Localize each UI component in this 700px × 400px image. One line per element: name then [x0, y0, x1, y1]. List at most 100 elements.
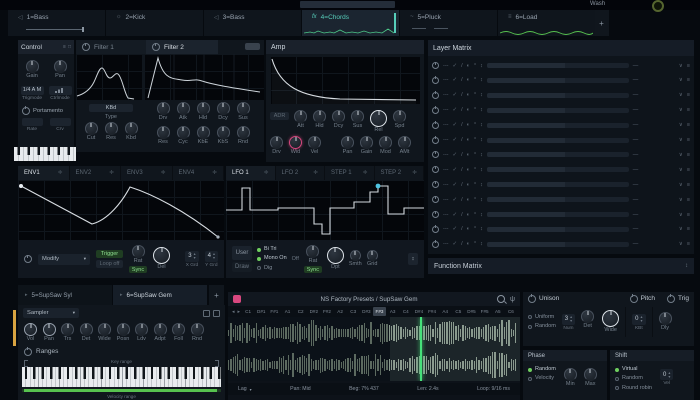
knob-dial[interactable] [26, 60, 39, 73]
row-grip-icon[interactable]: ≡ [687, 92, 690, 98]
sort-icon[interactable]: ↕ [480, 197, 483, 203]
sort-icon[interactable]: ↕ [480, 226, 483, 232]
knob-dial[interactable] [332, 110, 345, 123]
knob-dial[interactable] [135, 323, 148, 336]
layer-matrix-row[interactable]: ---✓/◐°↕—∨≡ [432, 179, 690, 190]
tuning-fork-icon[interactable]: ψ [510, 296, 515, 303]
layer-matrix-row[interactable]: ---✓/◐°↕—∨≡ [432, 60, 690, 71]
note-tick[interactable]: F#5 [479, 307, 491, 316]
enable-check-icon[interactable]: ✓ [453, 107, 458, 113]
row-grip-icon[interactable]: ≡ [687, 226, 690, 232]
row-power-icon[interactable] [432, 62, 439, 69]
knob-dial[interactable] [270, 136, 283, 149]
row-power-icon[interactable] [432, 137, 439, 144]
amount-slider[interactable] [487, 63, 629, 68]
sort-icon[interactable]: ↕ [480, 167, 483, 173]
amount-slider[interactable] [487, 78, 629, 83]
pitch-power-icon[interactable] [630, 295, 638, 303]
unison-power-icon[interactable] [528, 295, 536, 303]
curve-icon[interactable]: / [461, 241, 463, 247]
row-power-icon[interactable] [432, 151, 439, 158]
knob-dial[interactable] [351, 110, 364, 123]
radio-uniform[interactable]: Uniform [528, 313, 556, 322]
row-grip-icon[interactable]: ≡ [687, 107, 690, 113]
ruler-prev-icon[interactable]: ◂ [231, 309, 236, 315]
tab-env2[interactable]: ENV2 ✛ [70, 166, 122, 180]
layer-matrix-row[interactable]: ---✓/◐°↕—∨≡ [432, 75, 690, 86]
scale-icon[interactable]: ° [474, 63, 476, 69]
bipolar-icon[interactable]: ◐ [467, 152, 470, 158]
scale-icon[interactable]: ° [474, 92, 476, 98]
sampler-option-icon[interactable] [213, 310, 220, 317]
note-tick[interactable]: F#3 [373, 307, 385, 316]
curve-icon[interactable]: / [461, 77, 463, 83]
scale-icon[interactable]: ° [474, 122, 476, 128]
target-dropdown[interactable]: —∨ [633, 182, 683, 188]
note-tick[interactable]: D#4 [413, 307, 425, 316]
sampler-option-icon[interactable] [203, 310, 210, 317]
note-tick[interactable]: F#1 [268, 307, 280, 316]
source-select[interactable]: --- [443, 63, 449, 69]
knob-dial[interactable] [105, 122, 118, 135]
key-range-bar[interactable]: Key range [24, 359, 219, 366]
amount-slider[interactable] [487, 108, 629, 113]
radio-bi-tri[interactable]: Bi Tri [257, 245, 287, 254]
row-power-icon[interactable] [432, 122, 439, 129]
curve-icon[interactable]: / [461, 182, 463, 188]
scale-icon[interactable]: ° [474, 241, 476, 247]
expand-icon[interactable]: □ [68, 44, 71, 50]
bipolar-icon[interactable]: ◐ [467, 167, 470, 173]
note-tick[interactable]: D#5 [465, 307, 477, 316]
collapse-icon[interactable]: ↕ [685, 263, 688, 269]
knob-dial[interactable] [327, 247, 344, 264]
drag-target-icon[interactable]: ✛ [161, 170, 166, 176]
target-dropdown[interactable]: —∨ [633, 77, 683, 83]
lag-dropdown[interactable]: Lag ▾ [238, 386, 252, 392]
knob-dial[interactable] [217, 102, 230, 115]
note-tick[interactable]: A5 [492, 307, 504, 316]
filter2-power-icon[interactable] [152, 43, 160, 51]
target-dropdown[interactable]: —∨ [633, 92, 683, 98]
enable-check-icon[interactable]: ✓ [453, 122, 458, 128]
bipolar-icon[interactable]: ◐ [467, 63, 470, 69]
layer-matrix-row[interactable]: ---✓/◐°↕—∨≡ [432, 120, 690, 131]
bipolar-icon[interactable]: ◐ [467, 137, 470, 143]
layer-matrix-row[interactable]: ---✓/◐°↕—∨≡ [432, 239, 690, 250]
amount-slider[interactable] [487, 123, 629, 128]
bipolar-icon[interactable]: ◐ [467, 122, 470, 128]
row-grip-icon[interactable]: ≡ [687, 167, 690, 173]
pitch-keytrack-stepper[interactable]: 0 ▴▾ [632, 314, 645, 325]
add-track-tab-button[interactable]: + [594, 10, 609, 36]
envelope-curve-editor[interactable] [18, 180, 224, 240]
bipolar-icon[interactable]: ◐ [467, 182, 470, 188]
note-tick[interactable]: A1 [281, 307, 293, 316]
sort-icon[interactable]: ↕ [480, 92, 483, 98]
curve-icon[interactable]: / [461, 152, 463, 158]
knob-dial[interactable] [24, 323, 37, 336]
layer-matrix-row[interactable]: ---✓/◐°↕—∨≡ [432, 224, 690, 235]
scale-icon[interactable]: ° [474, 197, 476, 203]
curve-icon[interactable]: / [461, 226, 463, 232]
knob-dial[interactable] [350, 250, 361, 261]
sort-icon[interactable]: ↕ [480, 122, 483, 128]
note-tick[interactable]: D#3 [360, 307, 372, 316]
filter1-power-icon[interactable] [82, 43, 90, 51]
row-power-icon[interactable] [432, 196, 439, 203]
drag-target-icon[interactable]: ✛ [363, 170, 368, 176]
row-grip-icon[interactable]: ≡ [687, 182, 690, 188]
drag-target-icon[interactable]: ✛ [109, 170, 114, 176]
radio-dig[interactable]: Dig [257, 264, 287, 273]
amount-slider[interactable] [487, 227, 629, 232]
amount-slider[interactable] [487, 93, 629, 98]
note-tick[interactable]: F#2 [321, 307, 333, 316]
target-dropdown[interactable]: —∨ [633, 197, 683, 203]
note-tick[interactable]: A3 [387, 307, 399, 316]
curve-icon[interactable]: / [461, 212, 463, 218]
source-select[interactable]: --- [443, 122, 449, 128]
row-grip-icon[interactable]: ≡ [687, 197, 690, 203]
lfo-expand-button[interactable]: ↕ [408, 253, 418, 265]
note-tick[interactable]: A4 [439, 307, 451, 316]
env-power-icon[interactable] [24, 255, 32, 263]
scale-icon[interactable]: ° [474, 226, 476, 232]
note-tick[interactable]: C2 [295, 307, 307, 316]
